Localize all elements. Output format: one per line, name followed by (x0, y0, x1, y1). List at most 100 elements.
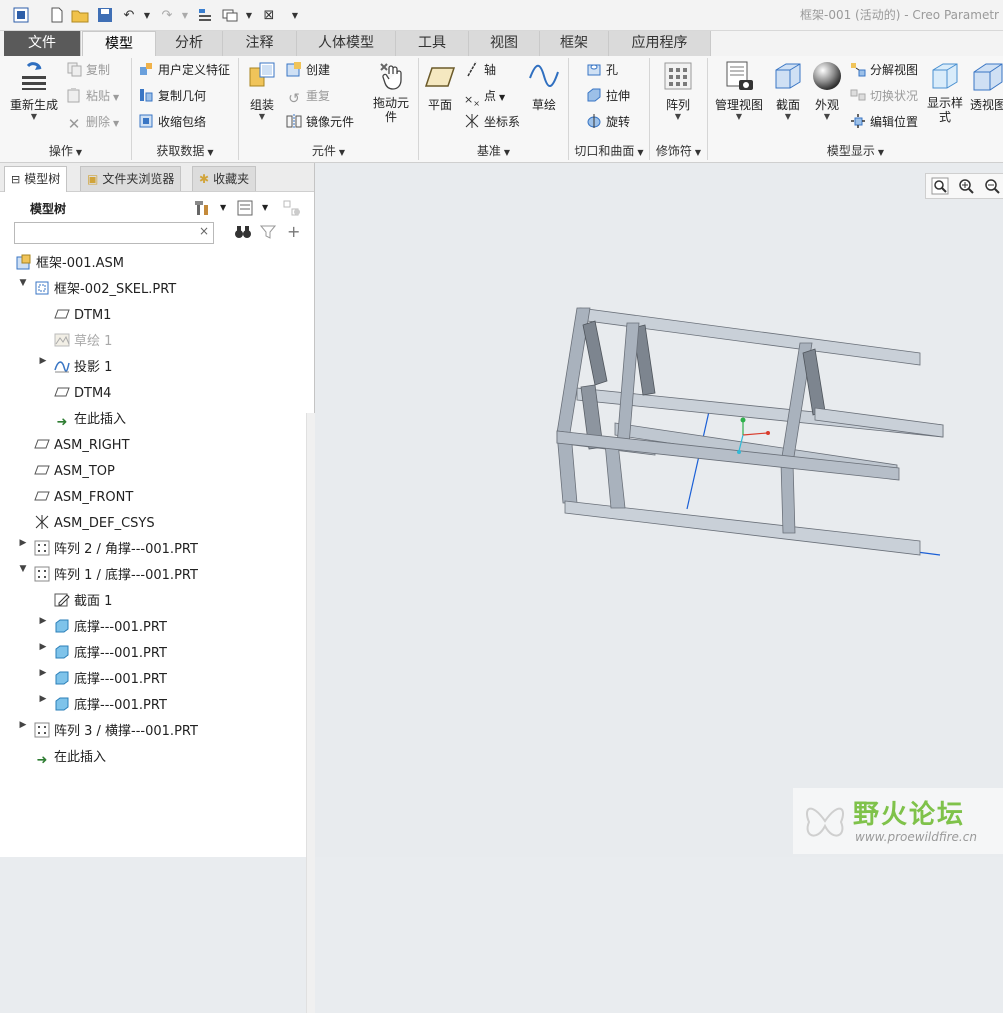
group-cut-surface-label[interactable]: 切口和曲面 ▼ (569, 143, 649, 160)
expand-icon[interactable]: ▶ (38, 356, 48, 380)
redo-icon[interactable]: ↷ (158, 6, 176, 24)
section-dropdown-icon[interactable]: ▼ (770, 113, 806, 121)
appearance-dropdown-icon[interactable]: ▼ (808, 113, 846, 121)
app-menu-icon[interactable] (12, 6, 30, 24)
tree-item-part[interactable]: 底撑---001.PRT (54, 668, 167, 692)
extrude-button[interactable]: 拉伸 (586, 86, 630, 106)
tree-item-part[interactable]: 底撑---001.PRT (54, 616, 167, 640)
frame-model[interactable] (315, 163, 1003, 857)
paste-button[interactable]: 粘贴 ▼ (66, 86, 119, 106)
tree-item-coordinate-system[interactable]: ASM_DEF_CSYS (34, 512, 155, 536)
close-window-icon[interactable]: ⊠ (260, 6, 278, 24)
shrinkwrap-button[interactable]: 收缩包络 (138, 112, 206, 132)
regenerate-dropdown-icon[interactable]: ▼ (6, 113, 62, 121)
tab-frame[interactable]: 框架 (540, 31, 609, 56)
group-operations-label[interactable]: 操作 ▼ (0, 143, 131, 160)
perspective-button[interactable]: 透视图 (968, 60, 1003, 113)
undo-dropdown-icon[interactable]: ▼ (138, 6, 156, 24)
collapse-icon[interactable]: ▼ (18, 564, 28, 588)
point-dropdown-icon[interactable]: ▼ (499, 93, 505, 102)
group-datum-label[interactable]: 基准 ▼ (419, 143, 568, 160)
toggle-status-button[interactable]: 切换状况 (850, 86, 918, 106)
group-get-data-label[interactable]: 获取数据 ▼ (132, 143, 238, 160)
tree-item-pattern[interactable]: 阵列 3 / 横撑---001.PRT (34, 720, 198, 744)
csys-button[interactable]: 坐标系 (464, 112, 520, 132)
tab-tools[interactable]: 工具 (396, 31, 469, 56)
assemble-dropdown-icon[interactable]: ▼ (242, 113, 282, 121)
expand-icon[interactable]: ▶ (38, 642, 48, 666)
tab-model-tree[interactable]: ⊟ 模型树 (4, 166, 68, 192)
tree-item-pattern[interactable]: 阵列 1 / 底撑---001.PRT (34, 564, 198, 588)
windows-dropdown-icon[interactable]: ▼ (240, 6, 258, 24)
udf-button[interactable]: 用户定义特征 (138, 60, 230, 80)
tree-item-projection[interactable]: 投影 1 (54, 356, 112, 380)
tree-item-insert-here[interactable]: ➜ 在此插入 (34, 746, 106, 770)
tab-model[interactable]: 模型 (82, 31, 156, 57)
manage-views-button[interactable]: 管理视图 ▼ (712, 60, 766, 121)
add-column-icon[interactable]: + (287, 222, 300, 241)
tree-settings-icon[interactable] (194, 199, 212, 220)
new-file-icon[interactable] (48, 6, 66, 24)
expand-icon[interactable]: ▶ (38, 616, 48, 640)
tree-item-datum-plane[interactable]: ASM_RIGHT (34, 434, 130, 458)
tab-manikin[interactable]: 人体模型 (297, 31, 396, 56)
show-columns-icon[interactable] (236, 199, 254, 220)
undo-icon[interactable]: ↶ (120, 6, 138, 24)
group-model-display-label[interactable]: 模型显示 ▼ (708, 143, 1003, 160)
expand-icon[interactable]: ▶ (38, 694, 48, 718)
copy-geometry-button[interactable]: 复制几何 (138, 86, 206, 106)
clear-search-icon[interactable]: × (199, 224, 209, 238)
pattern-button[interactable]: 阵列 ▼ (656, 60, 700, 121)
tree-item-datum-plane[interactable]: DTM1 (54, 304, 111, 328)
edit-position-button[interactable]: 编辑位置 (850, 112, 918, 132)
section-button[interactable]: 截面 ▼ (770, 60, 806, 121)
repeat-button[interactable]: ↺ 重复 (286, 86, 330, 107)
manage-views-dropdown-icon[interactable]: ▼ (712, 113, 766, 121)
redo-dropdown-icon[interactable]: ▼ (176, 6, 194, 24)
tree-item-datum-plane[interactable]: ASM_TOP (34, 460, 115, 484)
collapse-icon[interactable]: ▼ (18, 278, 28, 302)
tab-file[interactable]: 文件 (4, 31, 81, 56)
regenerate-button[interactable]: 重新生成 ▼ (6, 60, 62, 121)
display-style-button[interactable]: 显示样 式 (924, 60, 966, 124)
tree-search-input[interactable] (15, 223, 199, 241)
tree-settings-dropdown-icon[interactable]: ▼ (220, 203, 226, 212)
create-component-button[interactable]: 创建 (286, 60, 330, 80)
graphics-window[interactable]: 野火论坛 www.proewildfire.cn (315, 163, 1003, 857)
tab-favorites[interactable]: ✱ 收藏夹 (192, 166, 257, 191)
expand-icon[interactable]: ▶ (18, 538, 28, 562)
hole-button[interactable]: 孔 (586, 60, 618, 80)
group-component-label[interactable]: 元件 ▼ (239, 143, 418, 160)
tab-applications[interactable]: 应用程序 (609, 31, 711, 56)
plane-button[interactable]: 平面 (422, 60, 458, 113)
tree-item-insert-here[interactable]: ➜ 在此插入 (54, 408, 126, 432)
paste-dropdown-icon[interactable]: ▼ (113, 93, 119, 102)
tab-folder-browser[interactable]: ▣ 文件夹浏览器 (80, 166, 182, 191)
tab-analysis[interactable]: 分析 (156, 31, 223, 56)
open-folder-icon[interactable] (71, 6, 89, 24)
expand-icon[interactable]: ▶ (38, 668, 48, 692)
tab-annotate[interactable]: 注释 (223, 31, 297, 56)
show-dropdown-icon[interactable]: ▼ (262, 203, 268, 212)
point-button[interactable]: ×× 点 ▼ (464, 86, 505, 108)
assemble-button[interactable]: 组装 ▼ (242, 60, 282, 121)
delete-button[interactable]: ✕ 删除 ▼ (66, 112, 119, 133)
tab-view[interactable]: 视图 (469, 31, 540, 56)
revolve-button[interactable]: 旋转 (586, 112, 630, 132)
customize-toolbar-icon[interactable]: ▼ (286, 6, 304, 24)
tree-item-skeleton-part[interactable]: 框架-002_SKEL.PRT (34, 278, 176, 302)
tree-item-root-assembly[interactable]: 框架-001.ASM (16, 252, 124, 276)
tree-scrollbar[interactable] (306, 413, 315, 1013)
axis-button[interactable]: 轴 (464, 60, 496, 80)
tree-item-sketch[interactable]: 草绘 1 (54, 330, 112, 354)
tree-item-part[interactable]: 底撑---001.PRT (54, 642, 167, 666)
pattern-dropdown-icon[interactable]: ▼ (656, 113, 700, 121)
sketch-button[interactable]: 草绘 (526, 60, 562, 113)
windows-icon[interactable] (221, 6, 239, 24)
save-icon[interactable] (96, 6, 114, 24)
filter-icon[interactable] (259, 224, 277, 243)
tree-item-section[interactable]: 截面 1 (54, 590, 112, 614)
tree-item-datum-plane[interactable]: ASM_FRONT (34, 486, 133, 510)
tree-item-pattern[interactable]: 阵列 2 / 角撑---001.PRT (34, 538, 198, 562)
exploded-view-button[interactable]: 分解视图 (850, 60, 918, 80)
